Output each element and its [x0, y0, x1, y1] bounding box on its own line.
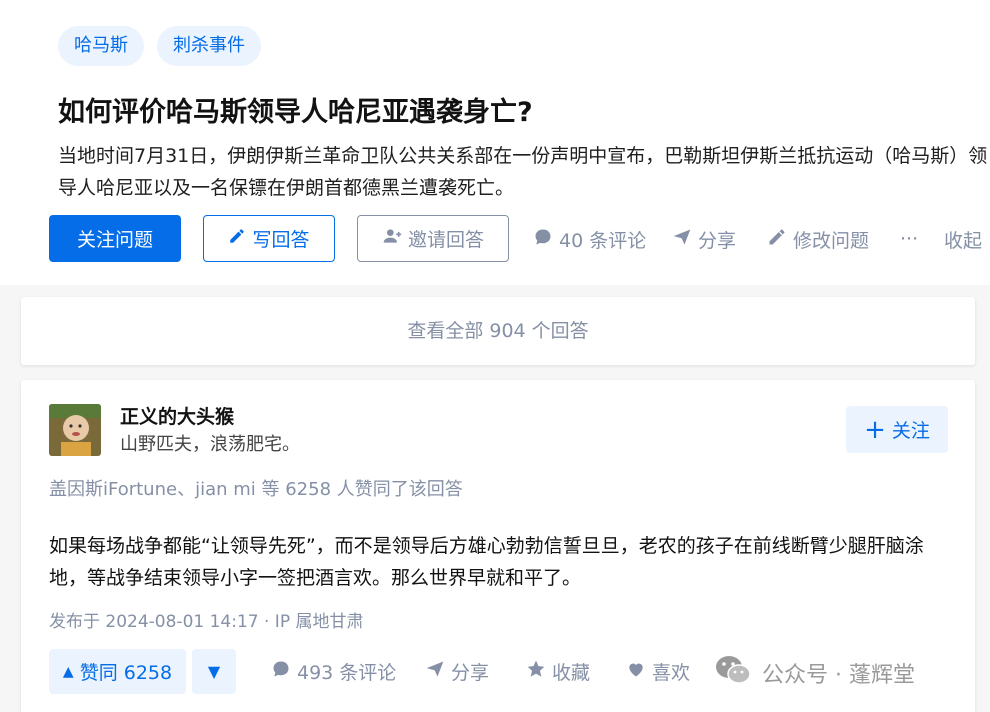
topic-tag-hamas[interactable]: 哈马斯: [58, 26, 144, 66]
collapse-label: 收起: [944, 229, 983, 252]
share-icon: [425, 659, 445, 684]
add-user-icon: [382, 226, 402, 251]
write-answer-label: 写回答: [252, 229, 310, 251]
favorite-button[interactable]: 收藏: [526, 658, 590, 684]
answer-comments-button[interactable]: 493 条评论: [271, 658, 396, 684]
answer-share-button[interactable]: 分享: [425, 658, 489, 684]
triangle-down-icon: ▼: [207, 662, 221, 681]
follow-question-label: 关注问题: [76, 229, 153, 251]
vote-up-button[interactable]: ▲ 赞同 6258: [49, 649, 186, 694]
invite-answer-button[interactable]: 邀请回答: [357, 215, 509, 262]
view-all-answers-button[interactable]: 查看全部 904 个回答: [21, 297, 975, 365]
wechat-icon: [714, 654, 752, 692]
voters-summary[interactable]: 盖因斯iFortune、jian mi 等 6258 人赞同了该回答: [49, 475, 463, 501]
watermark-text: 公众号 · 蓬辉堂: [762, 663, 915, 688]
share-icon: [672, 227, 692, 252]
avatar[interactable]: [49, 404, 101, 456]
answer-timestamp[interactable]: 发布于 2024-08-01 14:17 · IP 属地甘肃: [49, 607, 363, 632]
question-title[interactable]: 如何评价哈马斯领导人哈尼亚遇袭身亡?: [58, 90, 533, 129]
vote-down-button[interactable]: ▼: [192, 649, 236, 694]
like-button[interactable]: 喜欢: [626, 658, 690, 684]
star-icon: [526, 659, 546, 684]
pencil-icon: [228, 227, 246, 250]
vote-up-label: 赞同 6258: [79, 662, 173, 684]
pencil-icon: [767, 227, 787, 252]
edit-question-label: 修改问题: [793, 229, 870, 252]
follow-question-button[interactable]: 关注问题: [49, 215, 181, 262]
plus-icon: +: [864, 414, 886, 445]
author-bio: 山野匹夫，浪荡肥宅。: [120, 434, 300, 455]
edit-question-button[interactable]: 修改问题: [767, 226, 869, 252]
comment-icon: [533, 227, 553, 252]
answer-share-label: 分享: [451, 661, 490, 684]
watermark: 公众号 · 蓬辉堂: [714, 654, 915, 692]
like-label: 喜欢: [652, 661, 691, 684]
author-name[interactable]: 正义的大头猴: [120, 402, 234, 429]
question-comments-button[interactable]: 40 条评论: [533, 226, 646, 252]
heart-icon: [626, 659, 646, 684]
answer-content: 如果每场战争都能“让领导先死”，而不是领导后方雄心勃勃信誓旦旦，老农的孩子在前线…: [49, 535, 924, 589]
question-share-label: 分享: [698, 229, 737, 252]
collapse-button[interactable]: 收起: [944, 226, 982, 252]
write-answer-button[interactable]: 写回答: [203, 215, 335, 262]
view-all-answers-label: 查看全部 904 个回答: [407, 320, 589, 342]
topic-tag-assassination[interactable]: 刺杀事件: [157, 26, 261, 66]
follow-author-label: 关注: [891, 420, 930, 442]
triangle-up-icon: ▲: [62, 663, 74, 680]
answer-comments-label: 493 条评论: [297, 661, 397, 684]
invite-answer-label: 邀请回答: [407, 229, 484, 251]
more-icon: ···: [900, 228, 919, 250]
question-detail: 当地时间7月31日，伊朗伊斯兰革命卫队公共关系部在一份声明中宣布，巴勒斯坦伊斯兰…: [58, 145, 988, 199]
follow-author-button[interactable]: + 关注: [846, 406, 948, 453]
comment-icon: [271, 659, 291, 684]
more-options-button[interactable]: ···: [900, 226, 918, 252]
favorite-label: 收藏: [552, 661, 591, 684]
question-comments-label: 40 条评论: [559, 229, 647, 252]
question-share-button[interactable]: 分享: [672, 226, 736, 252]
